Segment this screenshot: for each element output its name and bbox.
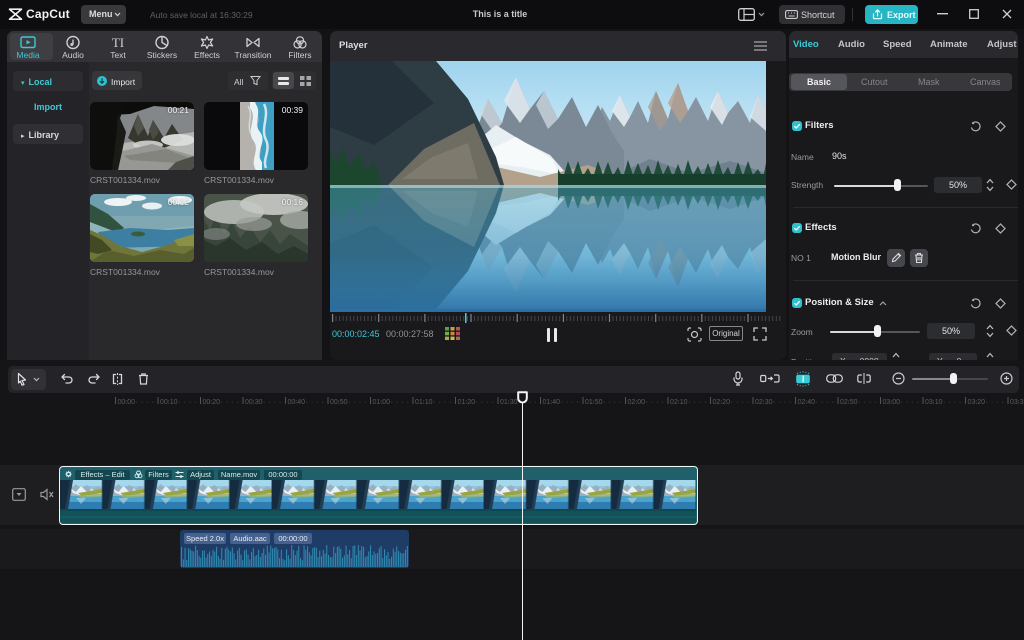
svg-text:03:30: 03:30: [1010, 399, 1024, 406]
svg-text:TI: TI: [112, 35, 124, 50]
